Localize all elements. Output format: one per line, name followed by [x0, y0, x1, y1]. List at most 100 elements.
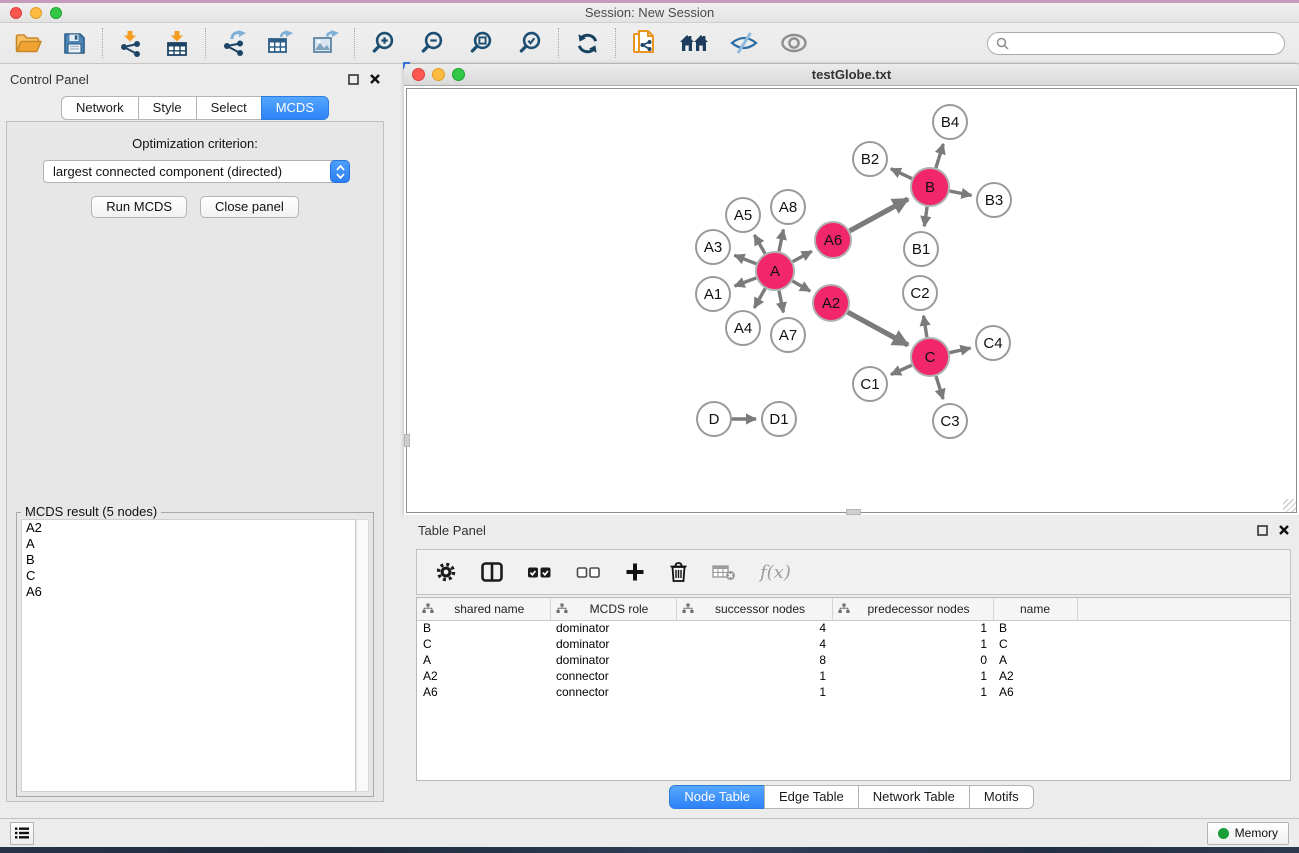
edge-A-A4[interactable]: [754, 288, 765, 308]
result-item[interactable]: A6: [22, 584, 355, 600]
edge-B-B1[interactable]: [924, 207, 927, 226]
zoom-in-icon[interactable]: [367, 27, 399, 59]
export-table-icon[interactable]: [264, 27, 296, 59]
graph-node-B3[interactable]: B3: [977, 183, 1011, 217]
table-row[interactable]: Bdominator41B: [417, 620, 1290, 636]
result-item[interactable]: A: [22, 536, 355, 552]
close-panel-button[interactable]: Close panel: [200, 196, 299, 218]
zoom-fit-icon[interactable]: [465, 27, 497, 59]
memory-button[interactable]: Memory: [1207, 822, 1289, 845]
apply-layout-icon[interactable]: [571, 27, 603, 59]
graph-node-A7[interactable]: A7: [771, 318, 805, 352]
graph-node-C[interactable]: C: [911, 338, 949, 376]
edge-A-A5[interactable]: [754, 235, 765, 254]
graph-node-B2[interactable]: B2: [853, 142, 887, 176]
unselect-all-columns-icon[interactable]: [576, 566, 601, 579]
tab-style[interactable]: Style: [138, 96, 197, 120]
graph-node-C4[interactable]: C4: [976, 326, 1010, 360]
edge-B-B4[interactable]: [936, 144, 943, 168]
delete-columns-icon[interactable]: [669, 561, 688, 583]
graph-node-A[interactable]: A: [756, 252, 794, 290]
edge-A6-B[interactable]: [850, 199, 908, 231]
column-view-icon[interactable]: [481, 562, 503, 582]
graph-node-A6[interactable]: A6: [815, 222, 851, 258]
float-table-panel-icon[interactable]: [1257, 525, 1268, 536]
edge-A-A3[interactable]: [734, 255, 756, 263]
criterion-dropdown[interactable]: largest connected component (directed): [43, 160, 340, 183]
result-item[interactable]: B: [22, 552, 355, 568]
panel-menu-button[interactable]: [10, 822, 34, 845]
search-input[interactable]: [1014, 36, 1276, 50]
edge-A-A8[interactable]: [779, 230, 783, 252]
tab-network[interactable]: Network: [61, 96, 139, 120]
column-header-shared-name[interactable]: shared name: [417, 598, 550, 620]
hide-graphics-details-icon[interactable]: [728, 27, 760, 59]
table-tab-edge-table[interactable]: Edge Table: [764, 785, 859, 809]
table-tab-node-table[interactable]: Node Table: [669, 785, 765, 809]
network-window-titlebar[interactable]: testGlobe.txt: [404, 64, 1299, 86]
tab-select[interactable]: Select: [196, 96, 262, 120]
float-panel-icon[interactable]: [348, 74, 359, 85]
edge-C-C2[interactable]: [924, 316, 927, 338]
delete-table-icon[interactable]: [712, 564, 736, 581]
table-row[interactable]: Adominator80A: [417, 652, 1290, 668]
import-network-icon[interactable]: [115, 27, 147, 59]
graph-node-A5[interactable]: A5: [726, 198, 760, 232]
column-header-name[interactable]: name: [993, 598, 1077, 620]
close-table-panel-icon[interactable]: [1279, 525, 1289, 535]
tab-mcds[interactable]: MCDS: [261, 96, 329, 120]
edge-C-C1[interactable]: [891, 365, 912, 374]
table-row[interactable]: A6connector11A6: [417, 684, 1290, 700]
edge-A-A7[interactable]: [779, 291, 783, 313]
table-row[interactable]: A2connector11A2: [417, 668, 1290, 684]
graph-node-C2[interactable]: C2: [903, 276, 937, 310]
graph-node-D[interactable]: D: [697, 402, 731, 436]
run-mcds-button[interactable]: Run MCDS: [91, 196, 187, 218]
table-mode-gear-icon[interactable]: [435, 561, 457, 583]
graph-node-A2[interactable]: A2: [813, 285, 849, 321]
graph-node-B1[interactable]: B1: [904, 232, 938, 266]
graph-node-A8[interactable]: A8: [771, 190, 805, 224]
graph-node-C1[interactable]: C1: [853, 367, 887, 401]
window-resize-grip[interactable]: [1283, 499, 1296, 512]
column-header-predecessor-nodes[interactable]: predecessor nodes: [832, 598, 993, 620]
column-header-mcds-role[interactable]: MCDS role: [550, 598, 676, 620]
graph-node-D1[interactable]: D1: [762, 402, 796, 436]
graph-node-B[interactable]: B: [911, 168, 949, 206]
edge-B-B3[interactable]: [950, 191, 972, 195]
create-new-column-icon[interactable]: [625, 562, 645, 582]
export-image-icon[interactable]: [310, 27, 342, 59]
edge-A-A1[interactable]: [735, 278, 757, 286]
app-titlebar[interactable]: Session: New Session: [0, 3, 1299, 23]
vertical-scroll-thumb[interactable]: [404, 434, 410, 447]
close-panel-icon[interactable]: [370, 74, 380, 84]
save-session-icon[interactable]: [58, 27, 90, 59]
result-scrollbar[interactable]: [356, 519, 369, 792]
table-tab-motifs[interactable]: Motifs: [969, 785, 1034, 809]
graph-node-A4[interactable]: A4: [726, 311, 760, 345]
edge-A2-C[interactable]: [848, 312, 908, 345]
open-folder-icon[interactable]: [12, 27, 44, 59]
zoom-selected-icon[interactable]: [514, 27, 546, 59]
search-box[interactable]: [987, 32, 1285, 55]
select-all-columns-icon[interactable]: [527, 566, 552, 579]
export-network-icon[interactable]: [218, 27, 250, 59]
network-canvas[interactable]: B4B2BB3A8A5A6B1A3AA1C2A2A4A7C4CC1C3DD1: [406, 88, 1297, 513]
table-row[interactable]: Cdominator41C: [417, 636, 1290, 652]
graph-node-C3[interactable]: C3: [933, 404, 967, 438]
graph-node-B4[interactable]: B4: [933, 105, 967, 139]
dropdown-stepper-icon[interactable]: [330, 160, 350, 183]
graph-node-A1[interactable]: A1: [696, 277, 730, 311]
column-header-successor-nodes[interactable]: successor nodes: [676, 598, 832, 620]
table-tab-network-table[interactable]: Network Table: [858, 785, 970, 809]
edge-A-A2[interactable]: [792, 281, 810, 291]
show-graphics-details-icon[interactable]: [778, 27, 810, 59]
zoom-out-icon[interactable]: [416, 27, 448, 59]
function-builder-icon[interactable]: f(x): [760, 562, 791, 583]
result-item[interactable]: C: [22, 568, 355, 584]
edge-C-C3[interactable]: [936, 376, 943, 399]
home-icon[interactable]: [678, 27, 710, 59]
result-item[interactable]: A2: [22, 520, 355, 536]
edge-C-C4[interactable]: [950, 348, 971, 353]
edge-A-A6[interactable]: [793, 251, 812, 261]
